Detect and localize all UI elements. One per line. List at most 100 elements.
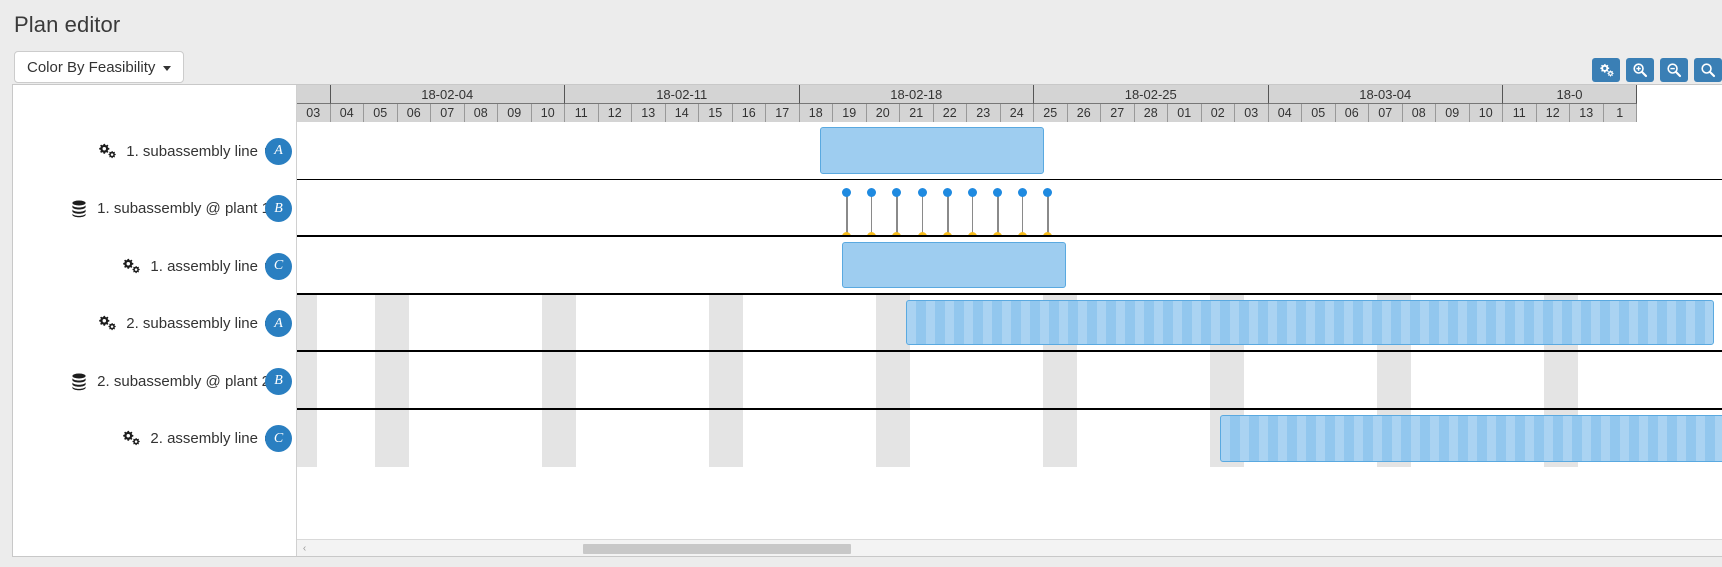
timeline-panel[interactable]: 03 18-02-04 04 05 06 07 08 09 10 18-02-11 11 12 13 14… <box>297 85 1722 556</box>
weekend-band <box>375 295 409 350</box>
gantt-row-r3[interactable] <box>297 237 1722 295</box>
timeline-day-header: 02 <box>1201 104 1235 122</box>
data-point-blue[interactable] <box>867 188 876 197</box>
point-stem <box>870 192 872 235</box>
timeline-scroll-left-arrow[interactable]: ‹ <box>297 540 312 556</box>
row-badge-b[interactable]: B <box>265 195 292 222</box>
zoom-in-icon-button[interactable] <box>1626 58 1654 82</box>
row-badge-a[interactable]: A <box>265 310 292 337</box>
data-point-blue[interactable] <box>993 188 1002 197</box>
gantt-row-r5[interactable] <box>297 352 1722 410</box>
weekend-band <box>542 295 576 350</box>
row-badge-b[interactable]: B <box>265 367 292 395</box>
row-label-r5[interactable]: 2. subassembly @ plant 2 <box>13 352 296 410</box>
weekend-band <box>709 352 743 408</box>
timeline-day-header: 05 <box>364 104 398 122</box>
point-stem <box>921 192 923 235</box>
timeline-scroll-track[interactable] <box>312 540 1722 556</box>
weekend-band <box>876 352 910 408</box>
data-point-blue[interactable] <box>892 188 901 197</box>
timeline-day-header: 08 <box>1402 104 1436 122</box>
timeline-day-header: 05 <box>1302 104 1336 122</box>
timeline-day-header: 09 <box>1436 104 1470 122</box>
weekend-band <box>297 295 317 350</box>
task-bar[interactable] <box>906 300 1714 345</box>
timeline-day-header: 03 <box>1235 104 1269 122</box>
task-bar[interactable] <box>820 127 1044 174</box>
timeline-hscrollbar[interactable]: ‹ <box>297 539 1722 556</box>
weekend-band <box>1210 352 1244 408</box>
data-point-blue[interactable] <box>968 188 977 197</box>
color-by-dropdown[interactable]: Color By Feasibility <box>14 51 185 83</box>
timeline-day-header: 14 <box>665 104 699 122</box>
data-point-blue[interactable] <box>918 188 927 197</box>
zoom-out-icon-button[interactable] <box>1660 58 1688 82</box>
timeline-scroll-thumb[interactable] <box>583 544 851 554</box>
timeline-day-header: 18 <box>799 104 833 122</box>
database-icon <box>70 372 88 391</box>
timeline-rows <box>297 122 1722 556</box>
gantt-toolbar <box>1592 58 1722 82</box>
gantt-row-r2[interactable] <box>297 180 1722 237</box>
row-label-r3[interactable]: 1. assembly line▸ <box>13 237 296 295</box>
timeline-day-header: 03 <box>297 104 331 122</box>
task-bar[interactable] <box>1220 415 1722 462</box>
weekend-band <box>1043 352 1077 408</box>
weekend-band <box>542 410 576 467</box>
weekend-band <box>709 295 743 350</box>
timeline-week-header: 18-02-11 <box>565 85 800 104</box>
row-badge-c[interactable]: C <box>265 425 292 452</box>
timeline-day-header: 04 <box>330 104 364 122</box>
gears-icon-button[interactable] <box>1592 58 1620 82</box>
row-badge-a[interactable]: A <box>265 137 292 165</box>
row-label-text: 1. subassembly @ plant 1 <box>97 200 270 217</box>
gears-icon <box>98 315 117 332</box>
data-point-blue[interactable] <box>943 188 952 197</box>
timeline-day-header: 08 <box>464 104 498 122</box>
timeline-day-header: 11 <box>1503 104 1537 122</box>
page-title: Plan editor <box>14 12 121 37</box>
timeline-day-header: 15 <box>699 104 733 122</box>
timeline-day-header: 26 <box>1067 104 1101 122</box>
weekend-band <box>297 410 317 467</box>
timeline-week-header: 18-0 <box>1503 85 1637 104</box>
row-label-r4[interactable]: 2. subassembly line▸ <box>13 295 296 352</box>
weekend-band <box>375 410 409 467</box>
task-bar[interactable] <box>842 242 1066 288</box>
data-point-blue[interactable] <box>842 188 851 197</box>
gears-icon <box>98 143 117 160</box>
row-label-r1[interactable]: 1. subassembly line▸ <box>13 122 296 180</box>
row-badge-c[interactable]: C <box>265 252 292 280</box>
weekend-band <box>876 410 910 467</box>
timeline-day-header: 11 <box>565 104 599 122</box>
weekend-band <box>709 410 743 467</box>
timeline-day-header: 06 <box>397 104 431 122</box>
gantt-row-r4[interactable] <box>297 295 1722 352</box>
timeline-day-header: 22 <box>933 104 967 122</box>
data-point-blue[interactable] <box>1043 188 1052 197</box>
database-icon <box>70 199 88 218</box>
row-label-r2[interactable]: 1. subassembly @ plant 1 <box>13 180 296 237</box>
row-label-r6[interactable]: 2. assembly line▸ <box>13 410 296 467</box>
timeline-week-header: 18-02-25 <box>1034 85 1269 104</box>
row-label-text: 1. assembly line <box>150 257 258 275</box>
zoom-fit-icon-button[interactable] <box>1694 58 1722 82</box>
row-label-text: 2. assembly line <box>150 430 258 447</box>
gantt-row-r6[interactable] <box>297 410 1722 467</box>
weekend-band <box>876 295 910 350</box>
point-stem <box>971 192 973 235</box>
weekend-band <box>1544 352 1578 408</box>
timeline-week-header: 18-02-18 <box>799 85 1034 104</box>
weekend-band <box>297 352 317 408</box>
timeline-day-header: 12 <box>1536 104 1570 122</box>
timeline-day-header: 25 <box>1034 104 1068 122</box>
data-point-blue[interactable] <box>1018 188 1027 197</box>
timeline-day-header: 23 <box>967 104 1001 122</box>
timeline-day-header: 09 <box>498 104 532 122</box>
timeline-day-header: 01 <box>1168 104 1202 122</box>
timeline-day-header: 19 <box>833 104 867 122</box>
point-stem <box>895 192 898 235</box>
point-stem <box>1046 192 1049 235</box>
gantt-row-r1[interactable] <box>297 122 1722 180</box>
row-label-text: 2. subassembly line <box>126 315 258 332</box>
